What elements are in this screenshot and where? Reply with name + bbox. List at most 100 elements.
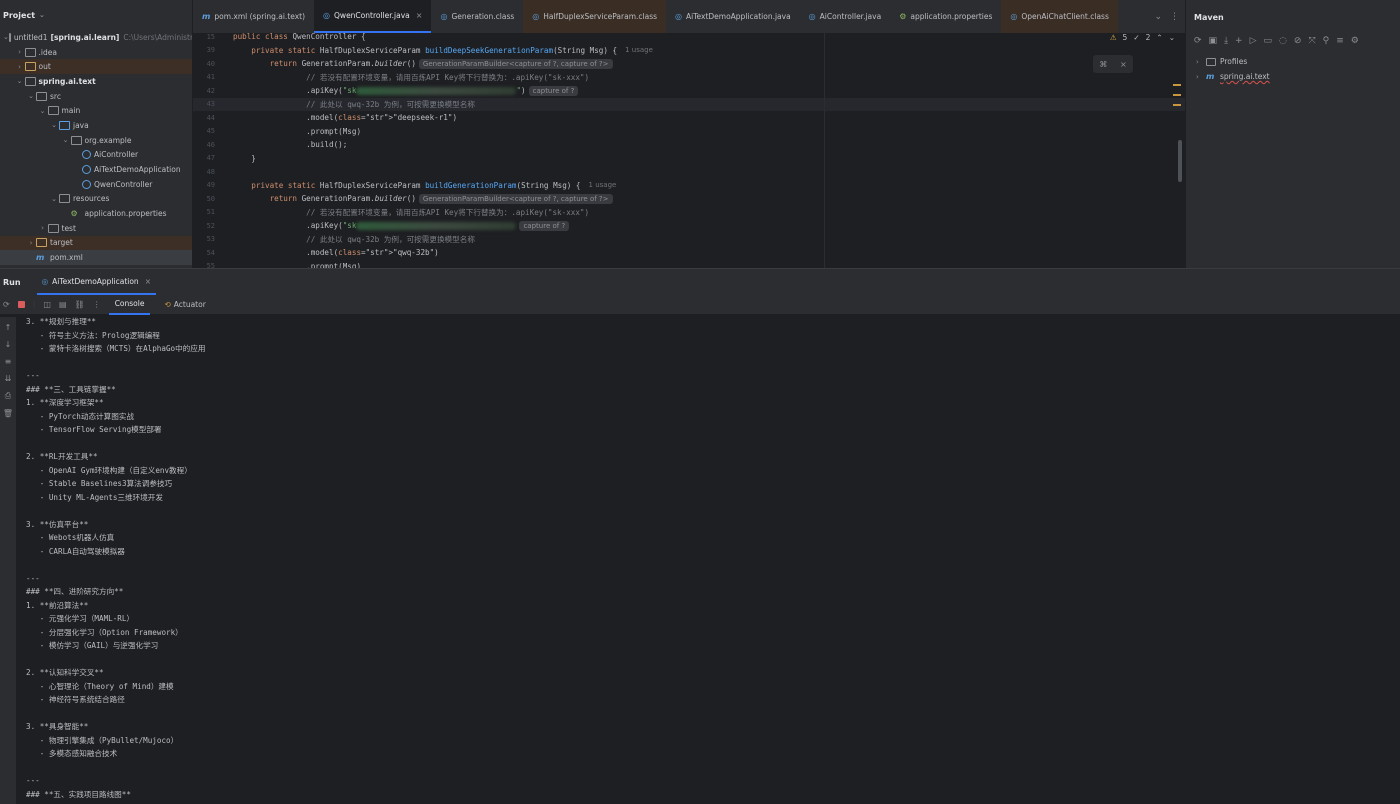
editor-tab[interactable]: ◎ AiController.java [800,0,891,33]
chevron-down-icon[interactable]: ⌄ [61,136,71,144]
soft-wrap-icon[interactable]: ≡ [5,357,12,366]
tree-item[interactable]: ⌄ resources [0,192,192,207]
lifecycle-icon[interactable]: ▭ [1264,36,1273,46]
print-icon[interactable]: ⎙ [5,391,11,401]
chevron-right-icon[interactable]: › [15,63,25,71]
scroll-end-icon[interactable]: ⇊ [5,374,12,383]
warning-mark[interactable] [1173,94,1181,96]
ai-icon[interactable]: ⌘ [1099,60,1107,69]
tree-item[interactable]: AiTextDemoApplication [0,162,192,177]
offline-icon[interactable]: ◌ [1279,36,1287,46]
settings-icon[interactable]: ⚙ [1351,36,1359,46]
tree-item[interactable]: › out [0,59,192,75]
run-icon[interactable]: ▷ [1250,36,1257,46]
chevron-right-icon[interactable]: › [15,48,25,56]
tree-item[interactable]: m pom.xml [0,250,192,265]
analyze-icon[interactable]: ⚲ [1323,36,1330,46]
maven-profiles[interactable]: › Profiles [1186,54,1400,69]
stop-icon[interactable] [17,301,25,308]
tree-item[interactable]: QwenController [0,177,192,192]
tree-item[interactable]: ⌄ main [0,103,192,118]
up-arrow-icon[interactable]: ↑ [5,323,12,332]
code-line[interactable]: 52 .apiKey("sk capture of ? [193,219,1185,233]
code-line[interactable]: 55 .prompt(Msg) [193,260,1185,268]
code-line[interactable]: 45 .prompt(Msg) [193,125,1185,139]
camera-icon[interactable]: ◫ [43,300,51,309]
code-line[interactable]: 43 // 此处以 qwq-32b 为例，可按需更换模型名称 [193,97,1185,111]
more-icon[interactable]: ⋮ [1170,12,1179,22]
editor-tab[interactable]: ⚙ application.properties [890,0,1001,33]
console-output[interactable]: 3. **规划与推理** - 符号主义方法：Prolog逻辑编程 - 蒙特卡洛树… [26,315,1396,804]
editor-tab[interactable]: m pom.xml (spring.ai.text) [193,0,314,33]
editor-tab[interactable]: ◎ OpenAiChatClient.class [1001,0,1118,33]
reload-icon[interactable]: ⟳ [1194,36,1202,46]
code-line[interactable]: 46 .build(); [193,138,1185,152]
code-line[interactable]: 40 return GenerationParam.builder() Gener… [193,57,1185,71]
close-icon[interactable]: × [145,277,151,286]
dump-icon[interactable]: ▤ [59,300,67,309]
rerun-icon[interactable]: ⟳ [3,300,10,309]
link-icon[interactable]: ⛓ [75,300,85,309]
code-line[interactable]: 47 } [193,152,1185,166]
chevron-right-icon[interactable]: › [1196,73,1206,81]
chevron-down-icon[interactable]: ⌄ [1169,33,1175,42]
code-line[interactable]: 39 private static HalfDuplexServiceParam… [193,44,1185,58]
close-icon[interactable]: × [416,11,423,20]
usage-hint[interactable]: 1 usage [589,181,617,189]
code-line[interactable]: 48 [193,165,1185,179]
code-line[interactable]: 44 .model(class="str">"deepseek-r1") [193,111,1185,125]
chevron-down-icon[interactable]: ⌄ [49,195,59,203]
tree-item[interactable]: › test [0,221,192,236]
run-config-tab[interactable]: ◎ AiTextDemoApplication × [36,269,156,295]
chevron-down-icon[interactable]: ⌄ [49,121,59,129]
editor-tab[interactable]: ◎ HalfDuplexServiceParam.class [523,0,667,33]
code-line[interactable]: 49 private static HalfDuplexServiceParam… [193,179,1185,193]
inlay-hint[interactable]: GenerationParamBuilder<capture of ?, cap… [418,58,613,69]
tab-actuator[interactable]: ⟲ Actuator [158,295,211,315]
tree-item[interactable]: › .idea [0,45,192,60]
down-arrow-icon[interactable]: ↓ [5,340,12,349]
tree-item[interactable]: ⌄ src [0,89,192,104]
ai-assistant-popup[interactable]: ⌘ × [1093,55,1133,73]
chevron-down-icon[interactable]: ⌄ [15,77,25,85]
tree-item[interactable]: ⌄ untitled1 [spring.ai.learn] C:\Users\Admi… [0,30,192,45]
chevron-right-icon[interactable]: › [26,239,36,247]
more-icon[interactable]: ⋮ [93,300,101,309]
warning-mark[interactable] [1173,104,1181,106]
expand-all-icon[interactable]: ≡ [1336,36,1344,46]
code-view[interactable]: 15 public class QwenController {39 privat… [193,30,1185,268]
error-stripe[interactable] [1173,84,1181,114]
tree-item[interactable]: AiController [0,148,192,163]
inlay-hint[interactable]: capture of ? [519,220,570,231]
collapse-icon[interactable]: ⤧ [1308,36,1315,46]
chevron-down-icon[interactable]: ⌄ [3,33,9,41]
chevron-down-icon[interactable]: ⌄ [39,11,45,19]
tree-item[interactable]: ⌄ spring.ai.text [0,74,192,89]
editor-tab[interactable]: ◎ QwenController.java × [314,0,432,33]
code-line[interactable]: 15 public class QwenController { [193,30,1185,44]
chevron-down-icon[interactable]: ⌄ [38,107,48,115]
project-header[interactable]: Project ⌄ [0,0,192,30]
download-icon[interactable]: ⤓ [1224,36,1228,46]
editor-scrollbar[interactable] [1178,140,1182,182]
code-line[interactable]: 53 // 此处以 qwq-32b 为例，可按需更换模型名称 [193,233,1185,247]
trash-icon[interactable]: 🗑 [3,409,13,418]
add-icon[interactable]: + [1235,36,1243,46]
editor-tab[interactable]: ◎ Generation.class [431,0,523,33]
code-line[interactable]: 41 // 若没有配置环境变量，请用百炼API Key将下行替换为：.apiKe… [193,71,1185,85]
close-icon[interactable]: × [1120,60,1127,69]
add-folder-icon[interactable]: ▣ [1209,36,1218,46]
code-line[interactable]: 50 return GenerationParam.builder() Gener… [193,192,1185,206]
code-line[interactable]: 51 // 若没有配置环境变量，请用百炼API Key将下行替换为：.apiKe… [193,206,1185,220]
code-line[interactable]: 42 .apiKey("sk ") capture of ? [193,84,1185,98]
warning-mark[interactable] [1173,84,1181,86]
editor-tab[interactable]: ◎ AiTextDemoApplication.java [666,0,800,33]
inlay-hint[interactable]: GenerationParamBuilder<capture of ?, cap… [418,193,613,204]
tree-item[interactable]: › target [0,235,192,251]
usage-hint[interactable]: 1 usage [625,46,653,54]
skip-tests-icon[interactable]: ⊘ [1294,36,1302,46]
maven-project[interactable]: › m spring.ai.text [1186,69,1400,84]
inlay-hint[interactable]: capture of ? [528,85,579,96]
chevron-up-icon[interactable]: ⌃ [1156,33,1162,42]
chevron-right-icon[interactable]: › [38,224,48,232]
